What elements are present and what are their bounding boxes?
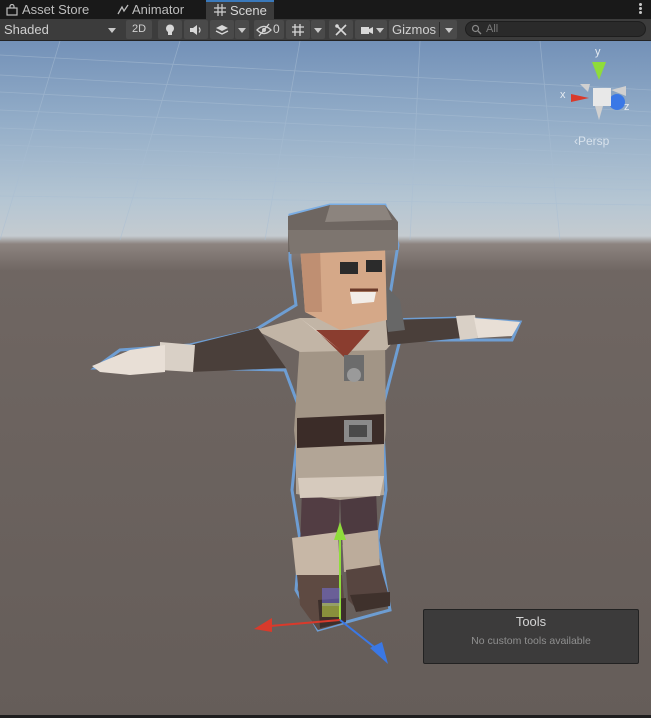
animator-icon <box>117 4 129 15</box>
overlay-title: Tools <box>515 614 547 629</box>
camera-dropdown[interactable] <box>373 20 387 39</box>
toggle-2d-button[interactable]: 2D <box>126 20 152 39</box>
audio-toggle-button[interactable] <box>184 20 208 39</box>
chevron-down-icon <box>445 28 453 33</box>
layers-icon <box>215 25 229 35</box>
chevron-down-icon <box>314 28 322 33</box>
divider <box>439 22 440 37</box>
tab-bar: Asset Store Animator Scene <box>0 0 651 20</box>
tab-scene[interactable]: Scene <box>206 0 274 19</box>
chevron-down-icon <box>238 28 246 33</box>
orientation-gizmo[interactable] <box>571 62 626 120</box>
tools-overlay[interactable]: Tools No custom tools available <box>423 609 639 664</box>
search-icon <box>471 24 482 35</box>
projection-label: Persp <box>578 134 610 148</box>
scene-toolbar: Shaded 2D 0 Gizmos All <box>0 19 651 41</box>
tools-toggle-button[interactable] <box>329 20 353 39</box>
grid-dropdown[interactable] <box>311 20 325 39</box>
overlay-message: No custom tools available <box>471 635 591 647</box>
projection-toggle[interactable]: ‹Persp <box>574 134 609 148</box>
effects-toggle-button[interactable] <box>210 20 234 39</box>
tab-animator[interactable]: Animator <box>108 0 206 19</box>
toggle-2d-label: 2D <box>131 23 147 35</box>
chevron-down-icon <box>376 28 384 33</box>
more-options-icon[interactable] <box>637 2 643 16</box>
scene-grid-icon <box>214 4 226 16</box>
tab-asset-store[interactable]: Asset Store <box>0 0 102 19</box>
speaker-icon <box>190 25 201 35</box>
camera-icon <box>361 27 373 34</box>
tools-icon <box>335 24 347 36</box>
chevron-down-icon <box>108 28 116 33</box>
effects-dropdown[interactable] <box>235 20 249 39</box>
hidden-count: 0 <box>273 22 280 36</box>
scene-search-input[interactable]: All <box>465 21 646 37</box>
gizmos-dropdown[interactable]: Gizmos <box>389 20 457 39</box>
grid-toggle-button[interactable] <box>286 20 310 39</box>
shading-mode-value: Shaded <box>4 22 49 37</box>
gizmo-x-label: x <box>560 89 566 101</box>
tab-label: Asset Store <box>22 2 90 17</box>
grid-icon <box>292 24 304 36</box>
character-model[interactable] <box>90 203 523 632</box>
gizmo-y-label: y <box>595 46 601 58</box>
tab-label: Animator <box>132 2 185 17</box>
gizmo-z-label: z <box>624 101 630 113</box>
scene-visibility-toggle[interactable]: 0 <box>254 20 284 39</box>
search-placeholder: All <box>486 23 499 35</box>
gizmos-label: Gizmos <box>392 22 437 37</box>
tab-label: Scene <box>230 3 267 18</box>
shading-mode-dropdown[interactable]: Shaded <box>0 20 120 39</box>
asset-store-icon <box>6 4 18 16</box>
eye-hidden-icon <box>256 23 272 37</box>
lighting-toggle-button[interactable] <box>158 20 182 39</box>
lightbulb-icon <box>166 24 174 35</box>
